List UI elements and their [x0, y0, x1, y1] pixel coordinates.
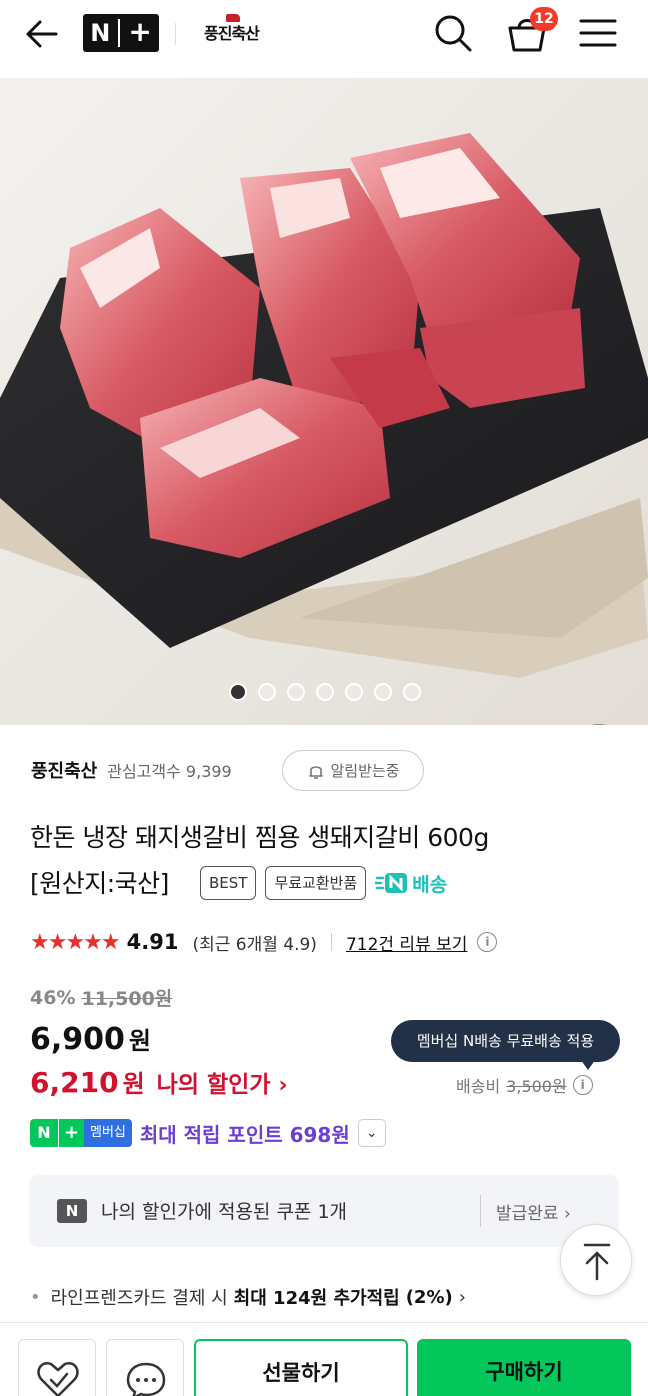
gallery-dot-1[interactable]	[229, 683, 247, 701]
pork-ribs-image	[0, 78, 648, 725]
product-tags: BEST 무료교환반품 배송	[200, 866, 447, 900]
expand-arrows-icon	[569, 724, 629, 725]
discount-percent: 46%	[30, 986, 76, 1009]
rating-stars: ★★★★★	[30, 929, 121, 955]
cow-logo-icon	[226, 14, 240, 22]
original-price: 11,500원	[81, 988, 173, 1010]
naver-plus-logo[interactable]: N +	[83, 14, 159, 52]
heart-icon	[37, 1361, 79, 1396]
store-logo[interactable]: 풍진축산	[204, 14, 260, 44]
arrow-up-icon	[583, 1243, 611, 1281]
tag-free-return[interactable]: 무료교환반품	[265, 866, 367, 900]
cart-count-badge: 12	[530, 7, 558, 31]
max-points-text: 최대 적립 포인트 698원	[139, 1122, 350, 1147]
talk-talk-button[interactable]	[106, 1339, 184, 1396]
n-membership-badge: N + 멤버십	[30, 1119, 132, 1147]
store-info: 풍진축산 관심고객수 9,399	[31, 750, 232, 790]
wishlist-button[interactable]	[18, 1339, 96, 1396]
bubble-tail	[578, 1056, 598, 1070]
tag-best: BEST	[200, 866, 257, 900]
current-price: 6,900 원	[30, 1022, 151, 1057]
top-header: N + 풍진축산 12	[0, 0, 648, 78]
gallery-dot-3[interactable]	[287, 683, 305, 701]
menu-icon[interactable]	[578, 15, 618, 51]
gallery-dot-5[interactable]	[345, 683, 363, 701]
gallery-dot-4[interactable]	[316, 683, 334, 701]
my-discount-price[interactable]: 6,210 원 나의 할인가 ›	[30, 1064, 288, 1099]
bottom-action-bar: 선물하기 구매하기	[0, 1322, 648, 1396]
buy-button[interactable]: 구매하기	[417, 1339, 631, 1396]
header-divider	[175, 23, 176, 45]
store-name[interactable]: 풍진축산	[31, 757, 97, 783]
coupon-n-icon: N	[57, 1199, 87, 1223]
points-row: N + 멤버십 최대 적립 포인트 698원 ⌄	[30, 1118, 386, 1148]
gallery-dot-7[interactable]	[403, 683, 421, 701]
info-icon[interactable]: i	[477, 932, 498, 952]
chat-bubble-icon	[126, 1362, 166, 1396]
shipping-info-icon[interactable]: i	[572, 1075, 593, 1095]
store-followers: 관심고객수 9,399	[107, 762, 232, 781]
store-alert-button[interactable]: 알림받는중	[282, 750, 424, 791]
coupon-divider	[480, 1195, 481, 1227]
n-delivery-icon	[375, 873, 408, 893]
rating-value: 4.91	[126, 930, 179, 954]
scroll-to-top-button[interactable]	[560, 1224, 632, 1296]
rating-recent: (최근 6개월 4.9)	[192, 934, 317, 955]
coupon-status[interactable]: 발급완료 ›	[496, 1199, 571, 1224]
review-link[interactable]: 712건 리뷰 보기	[346, 930, 467, 955]
gift-button[interactable]: 선물하기	[194, 1339, 408, 1396]
gallery-dot-6[interactable]	[374, 683, 392, 701]
gallery-dot-2[interactable]	[258, 683, 276, 701]
card-benefit-row[interactable]: • 라인프렌즈카드 결제 시 최대 124원 추가적립 (2%) ›	[30, 1284, 466, 1310]
back-arrow-icon[interactable]	[22, 14, 62, 54]
gallery-pagination	[229, 683, 421, 701]
coupon-box[interactable]: N 나의 할인가에 적용된 쿠폰 1개 발급완료 ›	[29, 1175, 619, 1247]
rating-row: ★★★★★ 4.91 (최근 6개월 4.9) 712건 리뷰 보기 i	[30, 926, 498, 958]
chevron-right-icon: ›	[278, 1073, 288, 1098]
search-icon[interactable]	[432, 12, 474, 54]
bell-icon	[309, 765, 324, 779]
discount-row: 46% 11,500원	[30, 984, 172, 1011]
chevron-right-icon: ›	[458, 1286, 466, 1308]
product-image[interactable]	[0, 78, 648, 725]
chevron-down-icon[interactable]: ⌄	[357, 1119, 386, 1147]
rating-divider	[330, 933, 332, 951]
n-delivery-badge[interactable]: 배송	[375, 870, 447, 897]
coupon-text: 나의 할인가에 적용된 쿠폰 1개	[101, 1201, 348, 1223]
shipping-fee: 배송비 3,500원 i	[456, 1073, 593, 1097]
zoom-expand-button[interactable]	[569, 724, 629, 725]
